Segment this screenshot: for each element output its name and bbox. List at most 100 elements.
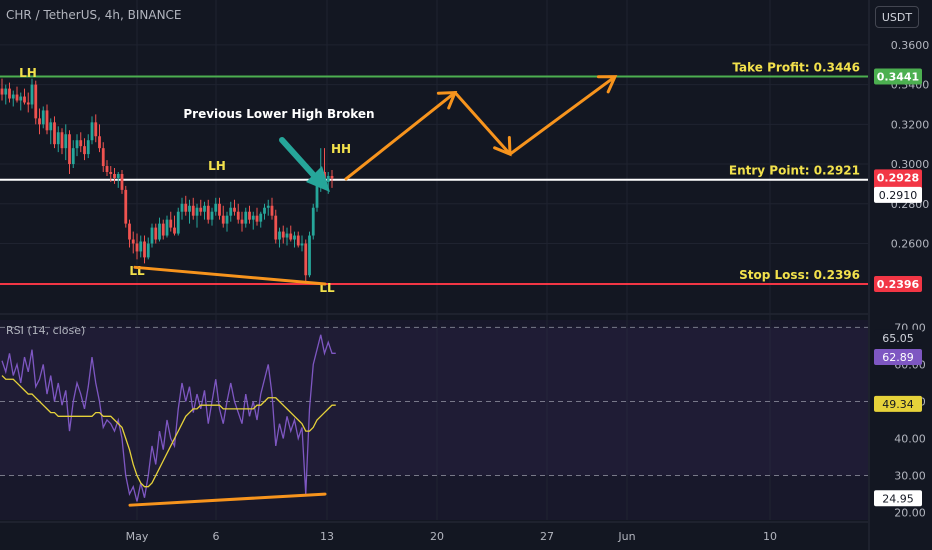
candle-body xyxy=(285,233,289,238)
second-price-text: 0.2910 xyxy=(879,189,918,202)
rsi-panel-label: RSI (14, close) xyxy=(6,324,86,337)
candle-body xyxy=(248,211,251,220)
candle-body xyxy=(184,203,188,212)
candle-body xyxy=(150,227,154,244)
x-tick-label: 10 xyxy=(763,530,777,543)
candle-body xyxy=(300,243,304,246)
y-tick-label: 0.3600 xyxy=(891,39,930,52)
candle-body xyxy=(173,227,176,234)
candle-body xyxy=(278,231,281,240)
candle-body xyxy=(311,207,315,236)
rsi-ma-text: 49.34 xyxy=(882,398,914,411)
candle-body xyxy=(94,122,98,137)
candle-body xyxy=(274,215,278,240)
lower-lows-line xyxy=(133,265,327,286)
candle-body xyxy=(30,84,34,105)
candle-body xyxy=(225,215,229,224)
candle-body xyxy=(120,173,124,190)
candle-body xyxy=(289,233,293,240)
y-tick-label: 0.3000 xyxy=(891,158,930,171)
candle-body xyxy=(315,183,319,208)
rsi-y-tick-label: 20.00 xyxy=(894,507,926,520)
candle-body xyxy=(75,140,79,149)
candle-body xyxy=(4,88,8,95)
candle-body xyxy=(71,148,75,165)
rsi-y-tick-label: 30.00 xyxy=(894,470,926,483)
candle-body xyxy=(56,132,60,145)
candle-body xyxy=(308,235,311,276)
candle-body xyxy=(210,211,214,220)
rsi-y-tick-label: 40.00 xyxy=(894,433,926,446)
lh-left-text: LH xyxy=(19,66,37,80)
x-tick-label: 27 xyxy=(540,530,554,543)
candle-body xyxy=(131,239,135,244)
stop-loss-label: Stop Loss: 0.2396 xyxy=(739,268,860,282)
x-tick-label: May xyxy=(126,530,149,543)
candle-body xyxy=(143,241,146,258)
candle-body xyxy=(139,241,143,252)
candle-body xyxy=(188,205,191,212)
candle-body xyxy=(0,88,4,95)
take-profit-label: Take Profit: 0.3446 xyxy=(732,60,860,74)
candle-body xyxy=(64,134,68,149)
candle-body xyxy=(26,102,30,105)
candle-body xyxy=(23,96,26,103)
candle-body xyxy=(296,235,300,246)
candle-body xyxy=(135,243,139,252)
candle-body xyxy=(128,223,131,240)
candle-body xyxy=(146,243,150,258)
rsi-upper-text: 65.05 xyxy=(882,332,914,345)
candle-body xyxy=(304,243,308,276)
rsi-value-text: 62.89 xyxy=(882,351,914,364)
candle-body xyxy=(255,215,259,222)
y-tick-label: 0.2600 xyxy=(891,237,930,250)
candle-body xyxy=(41,110,45,125)
candle-body xyxy=(53,122,56,145)
candle-body xyxy=(203,205,206,212)
candle-body xyxy=(11,94,15,99)
candle-body xyxy=(161,223,165,236)
candle-body xyxy=(86,140,90,155)
candle-body xyxy=(270,205,274,216)
hh-text: HH xyxy=(331,142,351,156)
candle-body xyxy=(176,211,180,234)
candle-body xyxy=(244,211,248,224)
candle-body xyxy=(240,219,244,224)
candle-body xyxy=(221,215,225,224)
candle-body xyxy=(19,96,23,101)
candle-body xyxy=(15,94,19,101)
price-levels: Take Profit: 0.3446 Entry Point: 0.2921 St… xyxy=(0,60,868,285)
candle-body xyxy=(38,118,41,125)
currency-button[interactable]: USDT xyxy=(875,6,919,28)
candle-body xyxy=(109,171,113,174)
lh-mid-text: LH xyxy=(208,159,226,173)
candle-body xyxy=(116,173,120,178)
candle-body xyxy=(60,132,64,149)
candle-body xyxy=(83,146,86,155)
rsi-lower-text: 24.95 xyxy=(882,492,914,505)
candle-body xyxy=(293,235,296,240)
candle-body xyxy=(330,175,334,179)
candle-body xyxy=(8,88,11,99)
candle-body xyxy=(195,207,199,216)
candle-body xyxy=(124,189,128,224)
candle-body xyxy=(105,166,109,172)
candle-body xyxy=(68,134,71,165)
candle-body xyxy=(263,207,266,214)
trading-chart[interactable]: Take Profit: 0.3446 Entry Point: 0.2921 St… xyxy=(0,0,932,550)
candle-body xyxy=(259,213,263,222)
candle-body xyxy=(236,211,240,220)
current-price-text: 0.2928 xyxy=(877,171,919,184)
x-tick-label: 20 xyxy=(430,530,444,543)
candle-body xyxy=(101,148,105,167)
candle-body xyxy=(90,122,94,141)
x-tick-label: Jun xyxy=(617,530,635,543)
candle-body xyxy=(281,231,285,238)
entry-label: Entry Point: 0.2921 xyxy=(729,164,860,178)
candle-body xyxy=(326,175,330,182)
symbol-title: CHR / TetherUS, 4h, BINANCE xyxy=(6,8,182,22)
broken-note-text: Previous Lower High Broken xyxy=(183,107,374,121)
candle-body xyxy=(154,227,158,240)
candle-body xyxy=(191,205,195,216)
x-tick-label: 13 xyxy=(320,530,334,543)
